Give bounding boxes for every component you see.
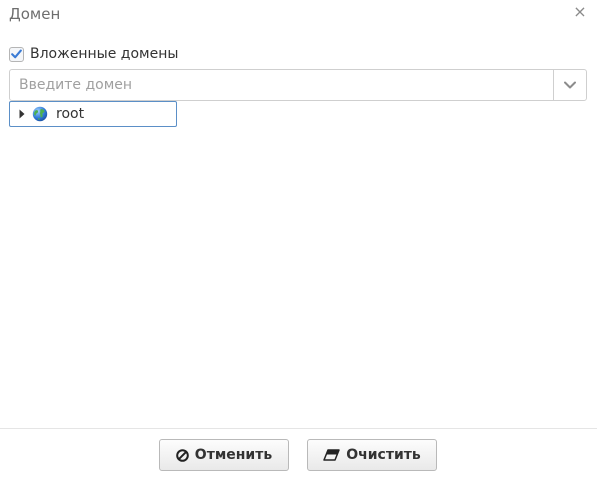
domain-dropdown-toggle[interactable]	[553, 70, 586, 100]
expand-arrow-icon[interactable]	[19, 109, 25, 119]
domain-dialog: Домен × Вложенные домены Введите домен r…	[0, 0, 597, 478]
clear-label: Очистить	[346, 447, 421, 463]
check-icon	[11, 49, 22, 59]
include-subdomains-label: Вложенные домены	[30, 46, 179, 62]
tree-node-label: root	[56, 106, 85, 122]
domain-tree: root	[9, 101, 177, 127]
globe-icon	[32, 106, 48, 122]
clear-button[interactable]: Очистить	[307, 439, 437, 471]
dialog-title: Домен	[9, 5, 61, 23]
ban-icon	[175, 448, 189, 462]
tree-node-root[interactable]: root	[9, 101, 177, 127]
cancel-label: Отменить	[194, 447, 273, 463]
chevron-down-icon	[564, 81, 576, 89]
cancel-button[interactable]: Отменить	[159, 439, 289, 471]
footer-divider	[0, 428, 597, 429]
include-subdomains-row[interactable]: Вложенные домены	[9, 46, 178, 62]
close-button[interactable]: ×	[572, 3, 588, 21]
domain-combobox[interactable]	[9, 69, 587, 101]
include-subdomains-checkbox[interactable]	[9, 46, 24, 62]
domain-search-input[interactable]	[10, 70, 553, 100]
eraser-icon	[323, 449, 340, 461]
